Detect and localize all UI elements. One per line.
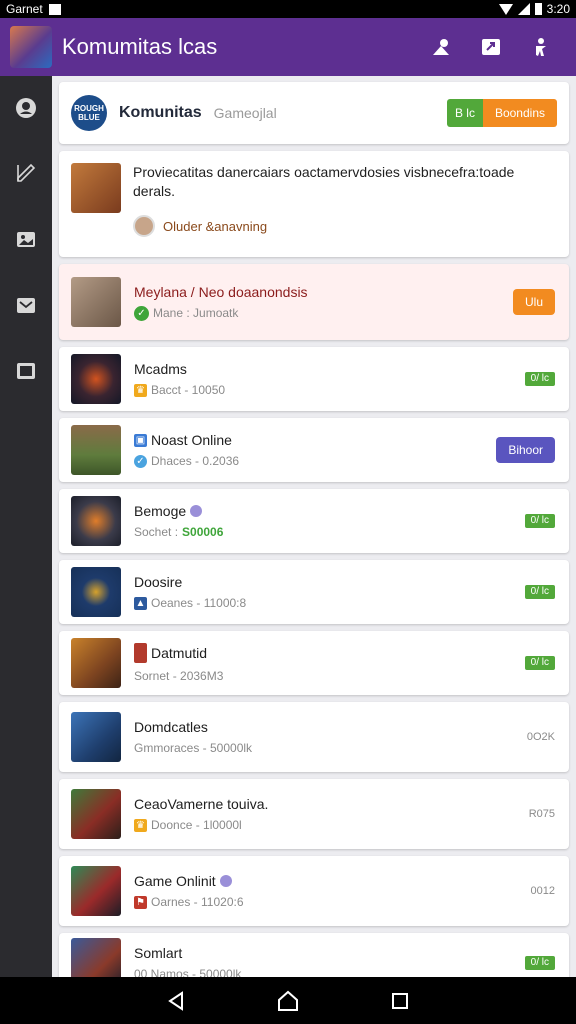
back-icon[interactable]: [164, 989, 188, 1013]
game-stats: Oeanes - 11000:8: [151, 596, 247, 610]
game-badge: 0/ lc: [524, 656, 555, 670]
crown-icon: ♛: [134, 818, 147, 832]
game-title: CeaoVamerne touiva.: [134, 796, 269, 812]
verified-icon: [190, 505, 203, 517]
shield-icon: ✓: [134, 454, 147, 468]
member-avatar: [71, 277, 121, 327]
rail-screen-icon[interactable]: [0, 338, 52, 404]
community-name: Komunitas: [119, 104, 202, 121]
header-orange-button[interactable]: Boondins: [482, 99, 557, 127]
game-row[interactable]: Game Onlinit ⚑ Oarnes - 11020:6 0012: [59, 856, 569, 926]
game-row[interactable]: Somlart 00 Namos - 50000lk 0/ lc: [59, 933, 569, 977]
community-header-card: ROUGH BLUE Komunitas Gameojlal B lc Boon…: [59, 82, 569, 144]
game-stats: Gmmoraces - 50000lk: [134, 741, 253, 755]
side-rail: [0, 76, 52, 977]
game-row[interactable]: ▣ Noast Online ✓ Dhaces - 0.2036 Bihoor: [59, 418, 569, 482]
game-thumbnail: [71, 712, 121, 762]
game-title: Domdcatles: [134, 719, 208, 735]
game-thumbnail: [71, 496, 121, 546]
game-thumbnail: [71, 638, 121, 688]
rail-profile-icon[interactable]: [0, 76, 52, 140]
author-name: Oluder &anavning: [163, 218, 268, 234]
game-thumbnail: [71, 354, 121, 404]
game-stats: Doonce - 1l0000l: [151, 818, 242, 832]
game-thumbnail: [71, 567, 121, 617]
author-avatar: [133, 215, 155, 237]
description-text: Proviecatitas danercaiars oactamervdosie…: [133, 164, 515, 199]
system-nav-bar: [0, 977, 576, 1024]
game-row[interactable]: Bemoge Sochet : S00006 0/ lc: [59, 489, 569, 553]
game-stats-highlight: S00006: [182, 525, 224, 539]
description-card: Proviecatitas danercaiars oactamervdosie…: [59, 151, 569, 257]
home-icon[interactable]: [276, 989, 300, 1013]
game-title: Game Onlinit: [134, 873, 216, 889]
game-category-icon: ⚑: [134, 895, 147, 909]
game-row[interactable]: Datmutid Sornet - 2036M3 0/ lc: [59, 631, 569, 695]
game-badge: 0/ lc: [524, 956, 555, 970]
game-row[interactable]: Mcadms ♛ Bacct - 10050 0/ lc: [59, 347, 569, 411]
member-title: Meylana / Neo doaanondsis: [134, 283, 308, 300]
game-row[interactable]: Doosire ▲ Oeanes - 11000:8 0/ lc: [59, 560, 569, 624]
app-title: Komumitas lcas: [62, 34, 218, 59]
app-bar: Komumitas lcas: [0, 18, 576, 76]
gallery-notification-icon: [48, 3, 61, 15]
battery-icon: [534, 3, 542, 15]
triangle-icon: ▲: [134, 596, 147, 610]
wifi-icon: [498, 3, 513, 15]
banner-icon: [134, 643, 147, 663]
game-title: Doosire: [134, 574, 183, 590]
description-author[interactable]: Oluder &anavning: [133, 215, 557, 237]
game-stats: Bacct - 10050: [151, 383, 226, 397]
game-stats: Oarnes - 11020:6: [151, 895, 244, 909]
share-icon[interactable]: [480, 36, 502, 58]
game-thumbnail: [71, 938, 121, 977]
game-row[interactable]: CeaoVamerne touiva. ♛ Doonce - 1l0000l R0…: [59, 779, 569, 849]
signal-icon: [517, 3, 530, 15]
rail-edit-icon[interactable]: [0, 140, 52, 206]
game-badge: 0O2K: [526, 731, 555, 743]
game-badge: 0/ lc: [524, 514, 555, 528]
community-content: ROUGH BLUE Komunitas Gameojlal B lc Boon…: [52, 76, 576, 977]
community-subtitle: Gameojlal: [213, 105, 277, 121]
member-action-button[interactable]: Ulu: [512, 289, 555, 315]
app-logo[interactable]: [10, 26, 52, 68]
header-green-button[interactable]: B lc: [446, 99, 483, 127]
game-title: Somlart: [134, 945, 183, 961]
rail-gallery-icon[interactable]: [0, 206, 52, 272]
member-card[interactable]: Meylana / Neo doaanondsis ✓ Mane : Jumoa…: [59, 264, 569, 340]
description-thumbnail: [71, 163, 121, 213]
clock: 3:20: [546, 2, 570, 16]
user-menu-icon[interactable]: [530, 36, 552, 58]
game-action-button[interactable]: Bihoor: [496, 437, 555, 463]
game-stats: Sornet - 2036M3: [134, 669, 224, 683]
game-stats: Dhaces - 0.2036: [151, 454, 240, 468]
profile-icon[interactable]: [430, 36, 452, 58]
game-thumbnail: [71, 789, 121, 839]
recents-icon[interactable]: [388, 989, 412, 1013]
game-title: Noast Online: [151, 432, 232, 448]
game-stats: 00 Namos - 50000lk: [134, 967, 242, 977]
game-stats: Sochet :: [134, 525, 179, 539]
status-bar: Garnet 3:20: [0, 0, 576, 18]
community-badge: ROUGH BLUE: [71, 95, 107, 131]
flag-icon: ▣: [134, 433, 147, 447]
crown-icon: ♛: [134, 383, 147, 397]
verified-icon: [219, 875, 232, 887]
member-status: Mane : Jumoatk: [153, 306, 239, 320]
carrier-label: Garnet: [6, 2, 43, 16]
check-icon: ✓: [134, 305, 149, 321]
game-title: Bemoge: [134, 503, 187, 519]
game-row[interactable]: Domdcatles Gmmoraces - 50000lk 0O2K: [59, 702, 569, 772]
game-thumbnail: [71, 425, 121, 475]
game-title: Datmutid: [151, 645, 208, 661]
rail-messages-icon[interactable]: [0, 272, 52, 338]
game-badge: 0012: [530, 885, 555, 897]
game-title: Mcadms: [134, 361, 187, 377]
game-badge: 0/ lc: [524, 372, 555, 386]
game-badge: 0/ lc: [524, 585, 555, 599]
game-thumbnail: [71, 866, 121, 916]
game-badge: R075: [528, 808, 555, 820]
